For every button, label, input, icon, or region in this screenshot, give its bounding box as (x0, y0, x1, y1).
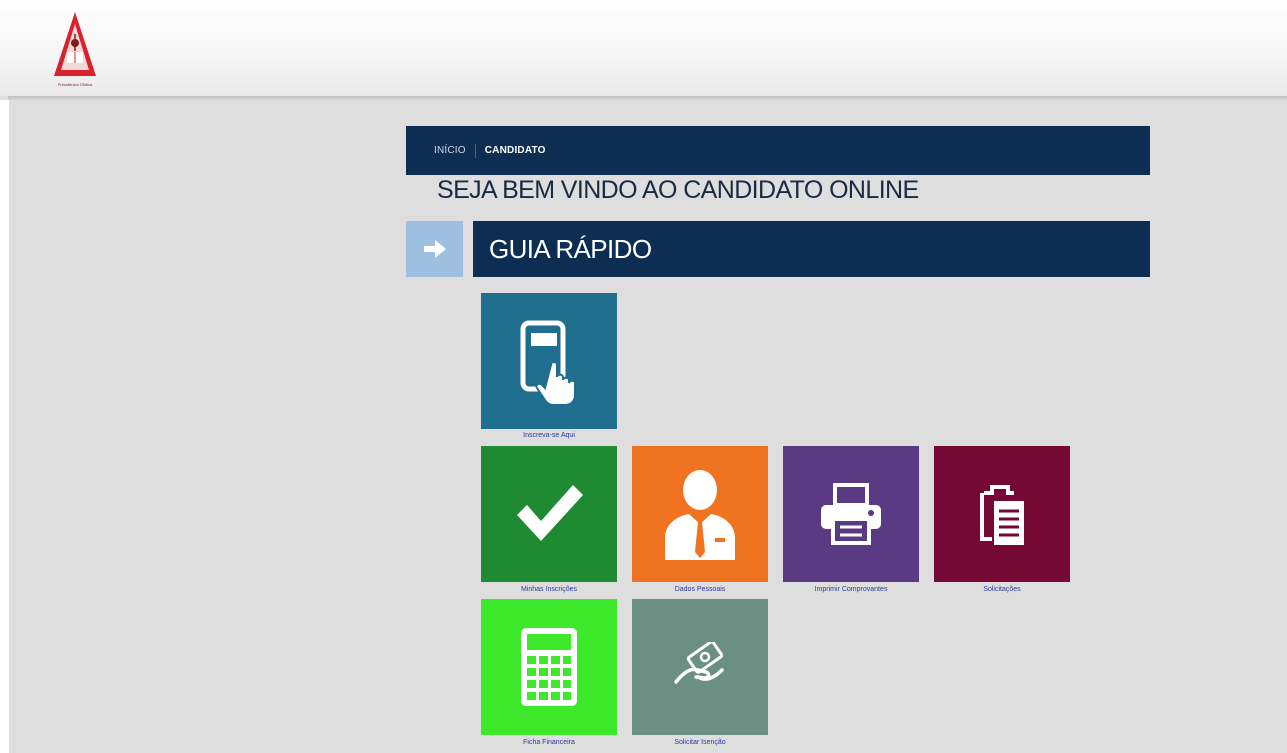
person-icon (665, 470, 735, 560)
personal-data-tile-label[interactable]: Dados Pessoais (632, 586, 768, 593)
breadcrumb-separator (474, 143, 476, 158)
calculator-icon (521, 628, 577, 706)
quick-guide-header: GUIA RÁPIDO (473, 221, 1150, 277)
financial-statement-tile[interactable] (481, 599, 617, 735)
hand-money-icon (674, 642, 724, 684)
left-edge (0, 100, 9, 753)
header-divider (8, 96, 1287, 100)
clipboard-icon (980, 485, 1024, 545)
checkmark-icon (517, 485, 583, 541)
breadcrumb-current: CANDIDATO (484, 145, 546, 156)
register-tile-label[interactable]: Inscreva-se Aqui (481, 432, 617, 439)
quick-guide-title: GUIA RÁPIDO (489, 233, 652, 264)
my-registrations-tile-label[interactable]: Minhas Inscrições (481, 586, 617, 593)
print-receipts-tile-label[interactable]: Imprimir Comprovantes (783, 586, 919, 593)
breadcrumb-home-link[interactable]: INÍCIO (434, 145, 466, 156)
print-receipts-tile[interactable] (783, 446, 919, 582)
breadcrumb: INÍCIO CANDIDATO (406, 126, 1150, 175)
institution-logo[interactable]: Presidência Ofidica (52, 10, 98, 90)
financial-statement-tile-label[interactable]: Ficha Financeira (481, 739, 617, 746)
requests-tile[interactable] (934, 446, 1070, 582)
exemption-request-tile[interactable] (632, 599, 768, 735)
register-tile[interactable] (481, 293, 617, 429)
header-bar: Presidência Ofidica (0, 0, 1287, 96)
printer-icon (821, 483, 881, 545)
personal-data-tile[interactable] (632, 446, 768, 582)
logo-caption: Presidência Ofidica (57, 82, 93, 87)
exemption-request-tile-label[interactable]: Solicitar Isenção (632, 739, 768, 746)
arrow-right-icon (406, 221, 463, 277)
requests-tile-label[interactable]: Solicitações (934, 586, 1070, 593)
my-registrations-tile[interactable] (481, 446, 617, 582)
tablet-touch-icon (520, 320, 576, 405)
welcome-heading: SEJA BEM VINDO AO CANDIDATO ONLINE (437, 176, 919, 204)
